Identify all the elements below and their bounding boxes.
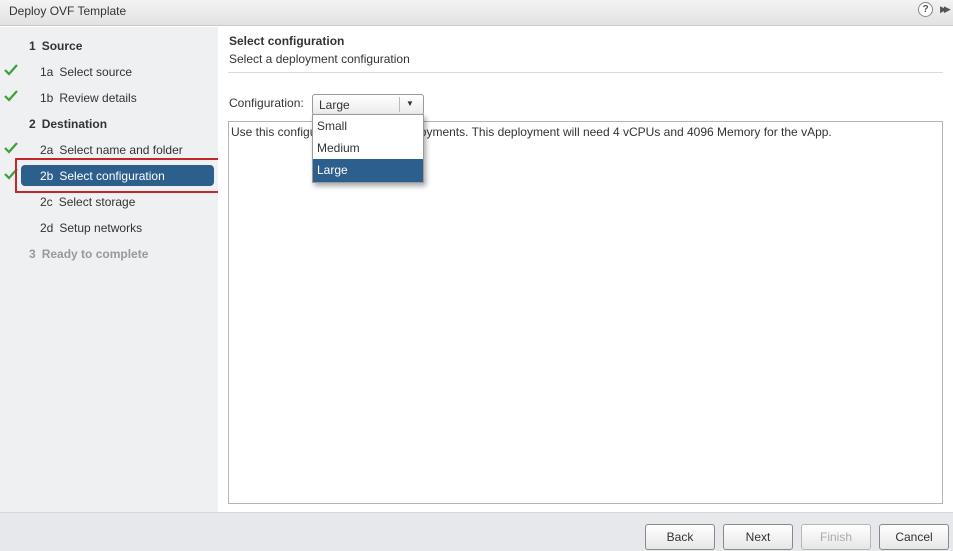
help-icon[interactable]: ? [918, 2, 933, 17]
option-label: Medium [317, 141, 360, 155]
option-label: Large [317, 163, 348, 177]
finish-button[interactable]: Finish [801, 524, 871, 550]
step-destination: 2 Destination [0, 111, 218, 137]
step-label: Review details [59, 91, 137, 105]
dialog-titlebar: Deploy OVF Template ? ▶▶ [0, 0, 953, 26]
expand-icon[interactable]: ▶▶ [940, 3, 953, 16]
back-button[interactable]: Back [645, 524, 715, 550]
configuration-label: Configuration: [229, 96, 304, 110]
step-number: 2 [29, 117, 36, 131]
wizard-steps-sidebar: 1 Source 1a Select source 1b Review details… [0, 27, 218, 512]
dialog-footer: Back Next Finish Cancel [0, 512, 953, 551]
step-label: Select source [59, 65, 133, 79]
page-title: Select configuration [229, 34, 345, 48]
step-label: Ready to complete [41, 247, 149, 261]
configuration-dropdown-list: Small Medium Large [312, 114, 424, 183]
step-review-details[interactable]: 1b Review details [0, 85, 218, 111]
step-label: Destination [41, 117, 108, 131]
check-icon [4, 90, 18, 102]
step-number: 2a [40, 143, 54, 157]
step-ready-to-complete: 3 Ready to complete [0, 241, 218, 267]
cancel-button[interactable]: Cancel [879, 524, 949, 550]
content-panel: Select configuration Select a deployment… [218, 27, 953, 512]
step-select-source[interactable]: 1a Select source [0, 59, 218, 85]
page-subtitle: Select a deployment configuration [229, 52, 410, 66]
option-label: Small [317, 119, 348, 133]
divider [228, 72, 943, 73]
check-icon [4, 64, 18, 76]
annotation-highlight-box [15, 158, 221, 193]
option-medium[interactable]: Medium [313, 137, 423, 159]
step-label: Source [41, 39, 83, 53]
dialog-title: Deploy OVF Template [9, 4, 127, 18]
step-number: 1a [40, 65, 54, 79]
check-icon [4, 142, 18, 154]
step-setup-networks[interactable]: 2d Setup networks [0, 215, 218, 241]
configuration-select[interactable]: Large ▼ [312, 94, 424, 115]
step-number: 1 [29, 39, 36, 53]
chevron-down-icon[interactable]: ▼ [406, 99, 414, 108]
option-small[interactable]: Small [313, 115, 423, 137]
select-divider [399, 97, 400, 112]
option-large[interactable]: Large [313, 159, 423, 182]
step-number: 2d [40, 221, 54, 235]
configuration-selected-value: Large [319, 98, 350, 112]
step-label: Select name and folder [59, 143, 183, 157]
step-number: 1b [40, 91, 54, 105]
step-label: Select storage [58, 195, 136, 209]
next-button[interactable]: Next [723, 524, 793, 550]
step-number: 3 [29, 247, 36, 261]
step-label: Setup networks [59, 221, 143, 235]
step-number: 2c [40, 195, 53, 209]
step-source: 1 Source [0, 33, 218, 59]
